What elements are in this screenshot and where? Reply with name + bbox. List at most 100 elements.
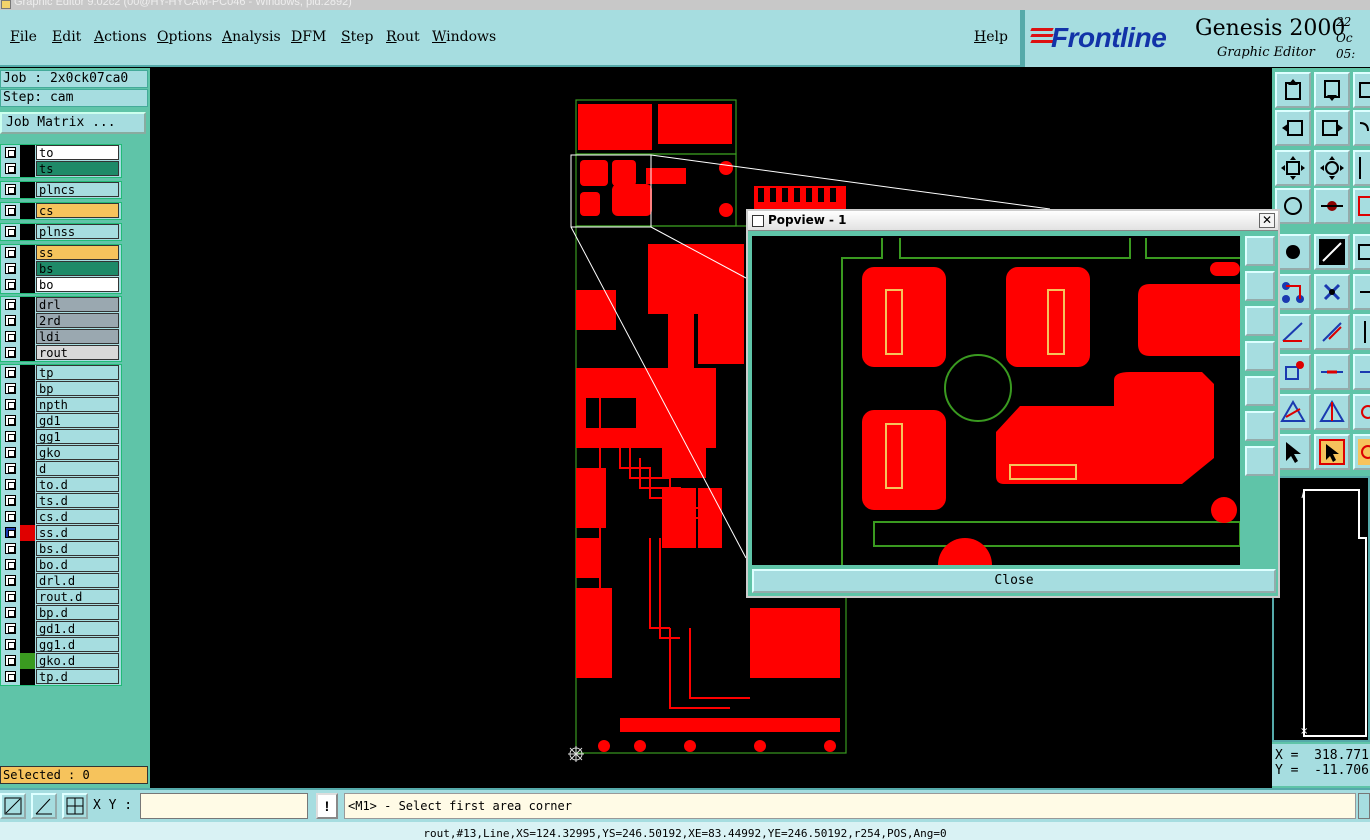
layer-row[interactable]: tp.d bbox=[1, 669, 121, 685]
popview-pan-left-icon[interactable] bbox=[1245, 341, 1275, 371]
layer-checkbox[interactable] bbox=[5, 279, 16, 290]
layer-name[interactable]: cs bbox=[36, 203, 119, 218]
layer-color-swatch[interactable] bbox=[20, 413, 35, 429]
layer-color-swatch[interactable] bbox=[20, 365, 35, 381]
layer-row[interactable]: rout bbox=[1, 345, 121, 361]
layer-color-swatch[interactable] bbox=[20, 245, 35, 261]
layer-checkbox[interactable] bbox=[5, 147, 16, 158]
undo-icon[interactable] bbox=[1353, 110, 1370, 146]
layer-name[interactable]: ts bbox=[36, 161, 119, 176]
grid-mode-icon[interactable] bbox=[62, 793, 88, 819]
layer-color-swatch[interactable] bbox=[20, 224, 35, 240]
text-add-icon[interactable] bbox=[1353, 234, 1370, 270]
layer-name[interactable]: bs bbox=[36, 261, 119, 276]
page-icon[interactable] bbox=[1353, 72, 1370, 108]
layer-checkbox[interactable] bbox=[5, 367, 16, 378]
layer-row[interactable]: plnss bbox=[1, 224, 121, 240]
menu-edit[interactable]: Edit bbox=[52, 29, 81, 45]
layer-color-swatch[interactable] bbox=[20, 329, 35, 345]
layer-row[interactable]: d bbox=[1, 461, 121, 477]
layer-checkbox[interactable] bbox=[5, 315, 16, 326]
pad-tool-icon[interactable] bbox=[1314, 188, 1350, 224]
layer-row[interactable]: 2rd bbox=[1, 313, 121, 329]
layer-name[interactable]: npth bbox=[36, 397, 119, 412]
horizontal-line-icon[interactable] bbox=[1314, 354, 1350, 390]
layer-row[interactable]: to bbox=[1, 145, 121, 161]
menu-actions[interactable]: Actions bbox=[94, 29, 147, 45]
layer-name[interactable]: drl.d bbox=[36, 573, 119, 588]
layer-checkbox[interactable] bbox=[5, 184, 16, 195]
layer-color-swatch[interactable] bbox=[20, 161, 35, 177]
layer-name[interactable]: gd1 bbox=[36, 413, 119, 428]
layer-checkbox[interactable] bbox=[5, 575, 16, 586]
zoom-home-icon[interactable] bbox=[1275, 72, 1311, 108]
layer-name[interactable]: ss.d bbox=[36, 525, 119, 540]
overview-map[interactable]: × bbox=[1272, 476, 1370, 742]
layer-checkbox[interactable] bbox=[5, 607, 16, 618]
menu-rout[interactable]: Rout bbox=[386, 29, 420, 45]
popview-title-bar[interactable]: Popview - 1 ✕ bbox=[748, 211, 1278, 231]
move-feature-icon[interactable] bbox=[1353, 274, 1370, 310]
delete-feature-icon[interactable] bbox=[1314, 274, 1350, 310]
popview-zoom-center-icon[interactable] bbox=[1245, 446, 1275, 476]
layer-name[interactable]: 2rd bbox=[36, 313, 119, 328]
diagonal-line-icon[interactable] bbox=[1314, 314, 1350, 350]
menu-step[interactable]: Step bbox=[341, 29, 373, 45]
layer-checkbox[interactable] bbox=[5, 347, 16, 358]
corner-pad-icon[interactable] bbox=[1275, 354, 1311, 390]
layer-checkbox[interactable] bbox=[5, 591, 16, 602]
layer-row[interactable]: bs.d bbox=[1, 541, 121, 557]
layer-row[interactable]: to.d bbox=[1, 477, 121, 493]
layer-checkbox[interactable] bbox=[5, 671, 16, 682]
job-matrix-button[interactable]: Job Matrix ... bbox=[0, 112, 146, 134]
layer-row[interactable]: drl.d bbox=[1, 573, 121, 589]
layer-name[interactable]: bp.d bbox=[36, 605, 119, 620]
popview-pan-right-icon[interactable] bbox=[1245, 376, 1275, 406]
layer-checkbox[interactable] bbox=[5, 623, 16, 634]
layer-checkbox[interactable] bbox=[5, 226, 16, 237]
layer-checkbox[interactable] bbox=[5, 543, 16, 554]
layer-name[interactable]: gko bbox=[36, 445, 119, 460]
layer-checkbox[interactable] bbox=[5, 639, 16, 650]
layer-checkbox[interactable] bbox=[5, 383, 16, 394]
popview-close-button[interactable]: Close bbox=[752, 569, 1276, 593]
layer-row[interactable]: bp.d bbox=[1, 605, 121, 621]
layer-row[interactable]: tp bbox=[1, 365, 121, 381]
xy-input[interactable] bbox=[140, 793, 308, 819]
layer-row[interactable]: bo bbox=[1, 277, 121, 293]
vertical-line-icon[interactable] bbox=[1353, 314, 1370, 350]
layer-checkbox[interactable] bbox=[5, 331, 16, 342]
menu-options[interactable]: Options bbox=[157, 29, 212, 45]
layer-name[interactable]: bs.d bbox=[36, 541, 119, 556]
layer-name[interactable]: plnss bbox=[36, 224, 119, 239]
layer-checkbox[interactable] bbox=[5, 559, 16, 570]
layer-row[interactable]: drl bbox=[1, 297, 121, 313]
layer-color-swatch[interactable] bbox=[20, 525, 35, 541]
layer-row[interactable]: gko bbox=[1, 445, 121, 461]
select-circle-icon[interactable] bbox=[1353, 434, 1370, 470]
layer-name[interactable]: d bbox=[36, 461, 119, 476]
layer-color-swatch[interactable] bbox=[20, 182, 35, 198]
layer-row[interactable]: bs bbox=[1, 261, 121, 277]
layer-name[interactable]: ss bbox=[36, 245, 119, 260]
menu-file[interactable]: File bbox=[10, 29, 37, 45]
angle-line-icon[interactable] bbox=[1275, 314, 1311, 350]
layer-color-swatch[interactable] bbox=[20, 397, 35, 413]
layer-checkbox[interactable] bbox=[5, 495, 16, 506]
layer-color-swatch[interactable] bbox=[20, 557, 35, 573]
layer-color-swatch[interactable] bbox=[20, 573, 35, 589]
angle-mode-icon[interactable] bbox=[31, 793, 57, 819]
zoom-back-icon[interactable] bbox=[1314, 72, 1350, 108]
layer-name[interactable]: ts.d bbox=[36, 493, 119, 508]
layer-name[interactable]: cs.d bbox=[36, 509, 119, 524]
menu-analysis[interactable]: Analysis bbox=[222, 29, 281, 45]
layer-color-swatch[interactable] bbox=[20, 203, 35, 219]
popview-canvas[interactable] bbox=[752, 236, 1240, 565]
layer-checkbox[interactable] bbox=[5, 655, 16, 666]
layer-row[interactable]: gko.d bbox=[1, 653, 121, 669]
layer-name[interactable]: ldi bbox=[36, 329, 119, 344]
layer-color-swatch[interactable] bbox=[20, 345, 35, 361]
layer-checkbox[interactable] bbox=[5, 205, 16, 216]
arrow-line-icon[interactable] bbox=[1353, 354, 1370, 390]
layer-color-swatch[interactable] bbox=[20, 589, 35, 605]
